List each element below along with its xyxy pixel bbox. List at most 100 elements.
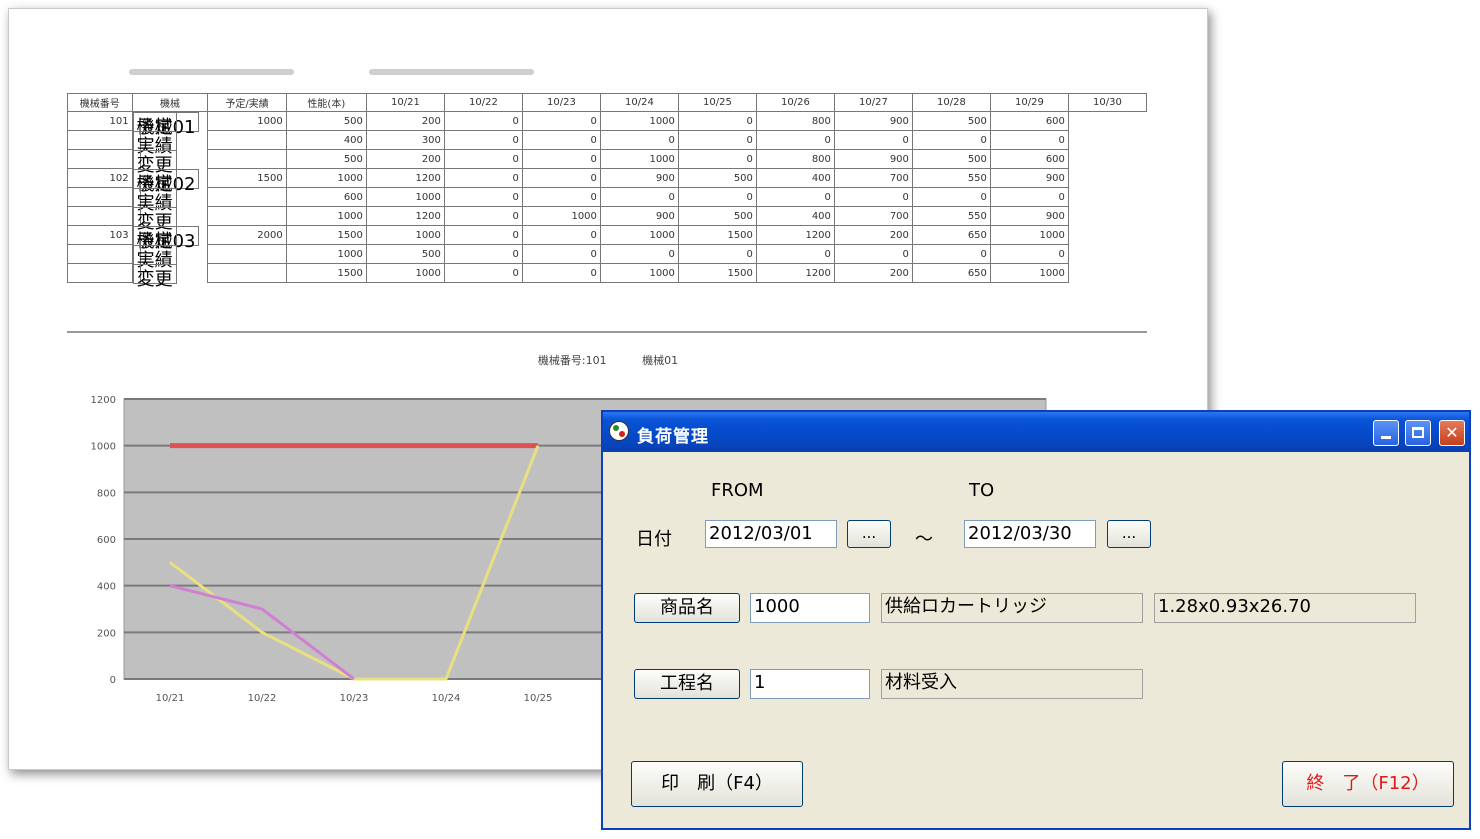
report-table-cell: 1000: [285, 168, 367, 188]
report-table-row: 101 機械01 予定 1000 500 200 0 0 1000 0 800 900 500 600: [67, 111, 1147, 138]
report-table-cell: 500: [911, 149, 991, 169]
report-table-cell: 変更: [132, 263, 177, 289]
close-button[interactable]: ✕: [1439, 420, 1465, 446]
report-table-cell: 0: [521, 130, 601, 150]
report-table: 機械番号 機械 予定/実績 性能(本) 10/21 10/22 10/23 10/24 10/2…: [67, 93, 1147, 289]
report-table-cell: 700: [833, 206, 913, 226]
report-table-cell: 1000: [365, 187, 445, 207]
report-table-cell: 400: [285, 130, 367, 150]
report-table-cell: 予定: [132, 168, 177, 195]
report-table-cell: 1000: [989, 263, 1069, 283]
report-table-cell: 1000: [365, 263, 445, 283]
report-table-cell: 103: [67, 225, 133, 245]
chart-caption-machine-name: 機械01: [642, 354, 679, 367]
date-from-field[interactable]: 2012/03/01: [705, 520, 837, 548]
report-table-cell: 1500: [285, 263, 367, 283]
report-table-cell: 650: [911, 263, 991, 283]
report-table-cell: 0: [443, 263, 523, 283]
report-table-row: 実績 1000 500 0 0 0 0 0 0 0 0: [67, 244, 1147, 271]
report-table-cell: 1500: [677, 225, 757, 245]
exit-button[interactable]: 終 了（F12）: [1282, 761, 1454, 807]
report-table-cell: 1000: [365, 225, 445, 245]
chart-caption: 機械番号:101 機械01: [9, 352, 1207, 368]
product-name-button[interactable]: 商品名: [634, 593, 740, 623]
report-table-cell: 0: [443, 206, 523, 226]
chart-x-tick-label: 10/22: [248, 693, 277, 704]
chart-y-tick-label: 400: [97, 582, 116, 593]
report-table-container: 機械番号 機械 予定/実績 性能(本) 10/21 10/22 10/23 10/24 10/2…: [67, 93, 1147, 289]
maximize-button[interactable]: [1405, 420, 1431, 446]
report-table-cell: [67, 244, 133, 264]
chart-x-tick-label: 10/23: [340, 693, 369, 704]
report-table-header-cell: 10/25: [677, 93, 757, 112]
report-table-cell: 0: [599, 244, 679, 264]
report-table-cell: 0: [443, 111, 523, 131]
report-table-header-cell: 10/27: [833, 93, 913, 112]
chart-x-tick-label: 10/24: [432, 693, 461, 704]
process-name-button[interactable]: 工程名: [634, 669, 740, 699]
chart-y-tick-label: 1000: [91, 442, 116, 453]
report-table-header-cell: 10/29: [989, 93, 1069, 112]
report-table-cell: 900: [599, 206, 679, 226]
report-table-cell: 予定: [132, 225, 177, 252]
report-table-cell: 1200: [365, 168, 445, 188]
report-table-cell: 700: [833, 168, 913, 188]
date-range-separator: ～: [915, 529, 933, 550]
app-icon: [609, 421, 629, 441]
date-from-picker-button[interactable]: ...: [847, 520, 891, 548]
print-button[interactable]: 印 刷（F4）: [631, 761, 803, 807]
product-name-display: 供給ロカートリッジ: [881, 593, 1143, 623]
report-table-cell: 1000: [207, 111, 287, 131]
report-table-cell: 0: [521, 168, 601, 188]
report-table-cell: 800: [755, 149, 835, 169]
report-table-cell: 0: [989, 130, 1069, 150]
report-divider: [67, 331, 1147, 333]
product-code-field[interactable]: 1000: [750, 593, 870, 623]
report-table-cell: 0: [443, 225, 523, 245]
report-table-cell: 実績: [132, 244, 177, 271]
report-table-cell: 0: [521, 149, 601, 169]
window-title: 負荷管理: [637, 427, 709, 447]
minimize-button[interactable]: [1373, 420, 1399, 446]
chart-y-tick-label: 200: [97, 628, 116, 639]
report-table-cell: 0: [521, 111, 601, 131]
report-table-header-cell: 10/23: [521, 93, 601, 112]
report-table-cell: 900: [599, 168, 679, 188]
report-table-cell: 1500: [285, 225, 367, 245]
chart-y-tick-label: 800: [97, 488, 116, 499]
report-table-cell: [207, 244, 287, 264]
report-table-cell: 0: [599, 187, 679, 207]
report-table-cell: [67, 263, 133, 283]
chart-x-tick-label: 10/21: [156, 693, 185, 704]
report-table-cell: 1500: [207, 168, 287, 188]
title-bar[interactable]: 負荷管理 ✕: [603, 412, 1469, 452]
report-table-cell: 1000: [285, 206, 367, 226]
report-table-cell: 900: [833, 111, 913, 131]
report-table-cell: [67, 149, 133, 169]
report-table-cell: 0: [521, 263, 601, 283]
product-size-display: 1.28x0.93x26.70: [1154, 593, 1416, 623]
report-table-cell: 0: [521, 187, 601, 207]
process-code-field[interactable]: 1: [750, 669, 870, 699]
report-table-cell: [207, 206, 287, 226]
report-table-header-cell: 10/28: [911, 93, 991, 112]
report-table-header-cell: 10/24: [599, 93, 679, 112]
report-table-cell: 900: [833, 149, 913, 169]
report-table-cell: 1000: [599, 263, 679, 283]
report-table-cell: 200: [365, 111, 445, 131]
report-table-cell: 200: [365, 149, 445, 169]
report-table-cell: 0: [911, 130, 991, 150]
report-table-cell: 600: [989, 111, 1069, 131]
report-table-cell: 0: [677, 244, 757, 264]
report-table-cell: 102: [67, 168, 133, 188]
report-table-cell: 400: [755, 206, 835, 226]
report-table-cell: [67, 130, 133, 150]
date-to-field[interactable]: 2012/03/30: [964, 520, 1096, 548]
report-table-cell: 変更: [132, 206, 177, 233]
report-table-cell: 0: [989, 244, 1069, 264]
report-table-cell: 0: [911, 187, 991, 207]
report-table-row: 103 機械03 予定 2000 1500 1000 0 0 1000 1500 1200 200 65…: [67, 225, 1147, 252]
report-table-row: 変更 1000 1200 0 1000 900 500 400 700 550 900: [67, 206, 1147, 233]
report-table-cell: 0: [677, 187, 757, 207]
date-to-picker-button[interactable]: ...: [1107, 520, 1151, 548]
